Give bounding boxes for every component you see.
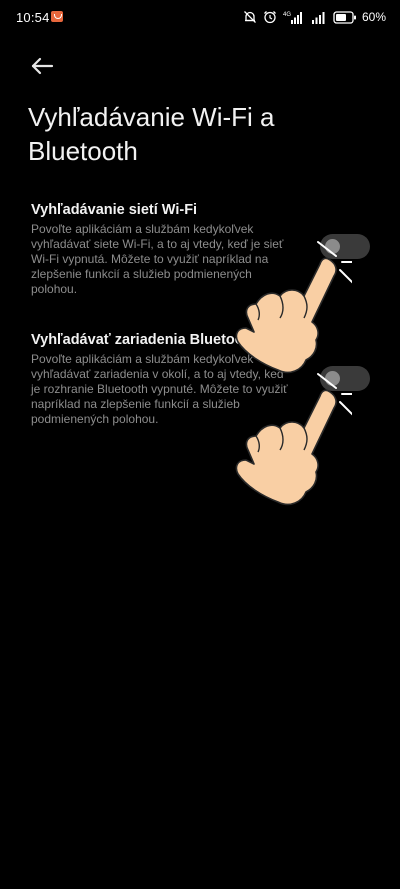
setting-description: Povoľte aplikáciám a službám kedykoľvek … <box>31 352 288 426</box>
back-button[interactable] <box>26 50 60 82</box>
bluetooth-scanning-toggle[interactable] <box>320 366 370 391</box>
toggle-knob <box>325 371 340 386</box>
alarm-off-icon <box>244 11 256 23</box>
signal-icon <box>311 12 325 24</box>
battery-icon <box>333 10 356 24</box>
page-title: Vyhľadávanie Wi-Fi a Bluetooth <box>28 102 275 166</box>
toggle-knob <box>325 239 340 254</box>
status-bar: 10:54 4G 60% <box>0 0 400 36</box>
setting-title: Vyhľadávať zariadenia Bluetooth <box>31 332 258 348</box>
setting-description: Povoľte aplikáciám a službám kedykoľvek … <box>31 222 284 296</box>
wifi-scanning-toggle[interactable] <box>320 234 370 259</box>
alarm-clock-icon <box>264 11 276 24</box>
orange-notification-icon <box>51 11 63 22</box>
battery-percent: 60% <box>361 10 386 24</box>
status-time: 10:54 <box>16 10 50 25</box>
setting-title: Vyhľadávanie sietí Wi-Fi <box>31 202 198 218</box>
arrow-left-icon <box>31 57 54 75</box>
network-label: 4G <box>283 12 291 18</box>
status-icons: 4G 60% <box>243 9 386 25</box>
signal-icon: 4G <box>283 12 302 24</box>
